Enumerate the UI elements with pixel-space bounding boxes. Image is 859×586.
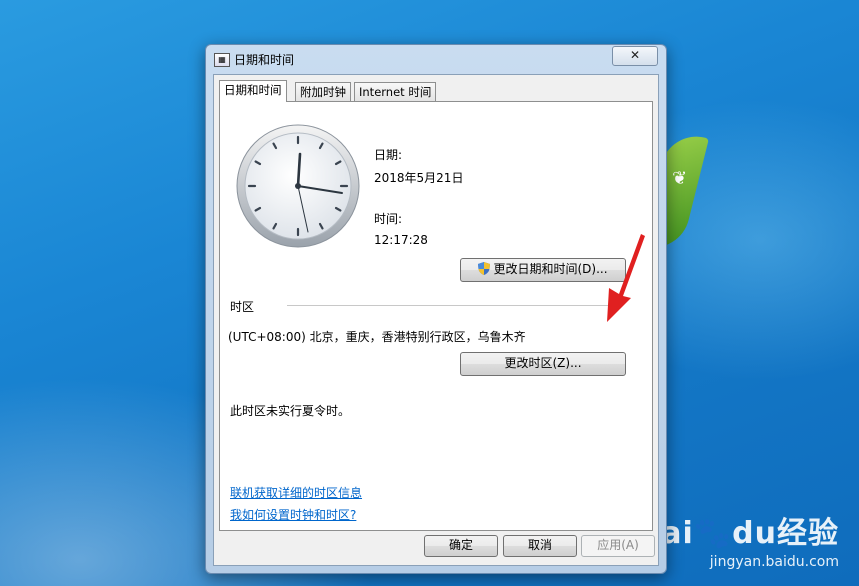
title-bar[interactable]: ▦ 日期和时间 ✕ — [206, 45, 666, 73]
tab-internet-time[interactable]: Internet 时间 — [354, 82, 437, 101]
timezone-section-label: 时区 — [230, 300, 255, 314]
time-value: 12:17:28 — [374, 233, 428, 247]
uac-shield-icon — [478, 262, 491, 275]
section-separator — [287, 305, 623, 306]
datetime-dialog: ▦ 日期和时间 ✕ 日期和时间 附加时钟 Internet 时间 日期: 201… — [205, 44, 667, 574]
calendar-clock-icon: ▦ — [214, 53, 230, 67]
time-label: 时间: — [374, 212, 403, 226]
timezone-value: (UTC+08:00) 北京，重庆，香港特别行政区，乌鲁木齐 — [228, 330, 526, 344]
change-date-time-label: 更改日期和时间(D)... — [493, 262, 608, 276]
apply-button[interactable]: 应用(A) — [581, 535, 655, 557]
date-label: 日期: — [374, 148, 403, 162]
analog-clock — [236, 124, 360, 248]
tab-date-time[interactable]: 日期和时间 — [219, 80, 287, 102]
watermark-logo: Bai🐾du经验 — [637, 516, 839, 551]
cancel-button[interactable]: 取消 — [503, 535, 577, 557]
change-timezone-button[interactable]: 更改时区(Z)... — [460, 352, 626, 376]
window-title: 日期和时间 — [234, 53, 295, 67]
tab-panel: 日期: 2018年5月21日 时间: 12:17:28 更改日期和时间(D)..… — [219, 101, 653, 531]
watermark: Bai🐾du经验 jingyan.baidu.com — [637, 508, 839, 570]
dialog-client: 日期和时间 附加时钟 Internet 时间 日期: 2018年5月21日 时间… — [213, 74, 659, 566]
date-value: 2018年5月21日 — [374, 171, 464, 185]
how-to-set-clock-link[interactable]: 我如何设置时钟和时区? — [230, 506, 356, 523]
ok-button[interactable]: 确定 — [424, 535, 498, 557]
butterfly-icon: ❦ — [672, 168, 688, 189]
online-timezone-info-link[interactable]: 联机获取详细的时区信息 — [230, 484, 362, 501]
tab-additional-clocks[interactable]: 附加时钟 — [295, 82, 351, 101]
close-button[interactable]: ✕ — [612, 46, 658, 66]
annotation-arrow — [607, 234, 645, 322]
watermark-url: jingyan.baidu.com — [709, 554, 839, 570]
dst-note: 此时区未实行夏令时。 — [230, 404, 351, 418]
